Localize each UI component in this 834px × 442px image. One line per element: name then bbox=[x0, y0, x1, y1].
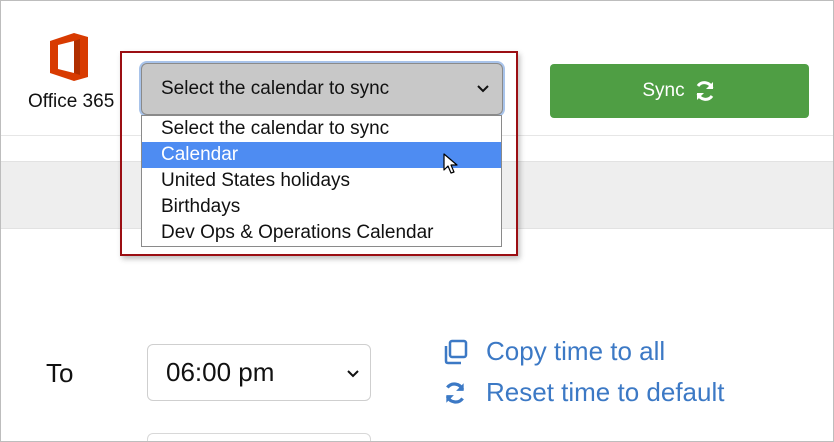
refresh-icon bbox=[445, 381, 465, 404]
mouse-cursor-icon bbox=[443, 153, 458, 174]
reset-time-to-default-link[interactable]: Reset time to default bbox=[442, 377, 724, 408]
copy-time-to-all-link[interactable]: Copy time to all bbox=[442, 336, 665, 367]
refresh-icon bbox=[696, 81, 714, 101]
end-time-select[interactable]: 06:00 pm bbox=[147, 344, 371, 401]
end-time-value: 06:00 pm bbox=[166, 357, 275, 387]
sync-button[interactable]: Sync bbox=[550, 64, 809, 118]
app-frame: Office 365 Select the calendar to sync S… bbox=[0, 0, 834, 442]
chevron-down-icon bbox=[347, 370, 359, 378]
office-365-label: Office 365 bbox=[28, 91, 115, 112]
sync-button-label: Sync bbox=[642, 80, 685, 101]
copy-time-to-all-label: Copy time to all bbox=[486, 336, 666, 366]
office-365-logo-icon bbox=[50, 33, 88, 81]
to-label: To bbox=[46, 358, 74, 388]
next-time-select[interactable] bbox=[147, 433, 371, 441]
reset-time-to-default-label: Reset time to default bbox=[486, 377, 725, 407]
copy-icon bbox=[444, 339, 468, 364]
